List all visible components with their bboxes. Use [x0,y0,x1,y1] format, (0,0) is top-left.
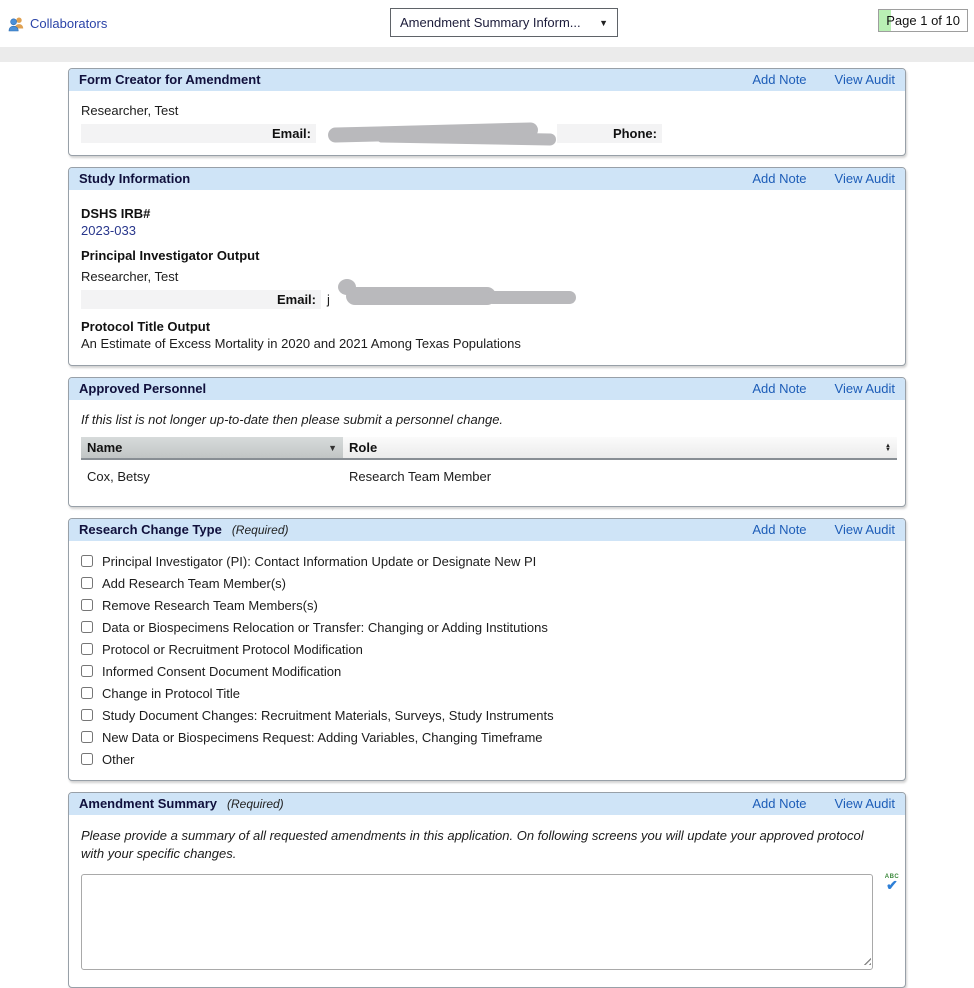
view-audit-link[interactable]: View Audit [835,72,895,87]
panel-title: Study Information [79,171,190,186]
panel-research-change-type: Research Change Type (Required) Add Note… [68,518,906,781]
phone-label: Phone: [557,124,662,143]
change-type-checkbox[interactable] [81,599,93,611]
change-type-checkbox[interactable] [81,621,93,633]
section-select[interactable]: Amendment Summary Inform... ▼ [390,8,618,37]
chevron-down-icon: ▼ [599,18,608,28]
summary-textarea-wrap: ABC ✔ [81,874,901,973]
section-select-value: Amendment Summary Inform... [400,15,581,30]
page-indicator: Page 1 of 10 [878,9,968,32]
page-indicator-text: Page 1 of 10 [886,13,960,28]
change-type-checkbox[interactable] [81,555,93,567]
creator-name: Researcher, Test [81,103,893,118]
redaction-blob [336,289,496,311]
add-note-link[interactable]: Add Note [752,72,806,87]
redaction-blob [316,124,521,144]
column-header-role[interactable]: Role ▲▼ [343,437,897,459]
change-type-checkbox[interactable] [81,731,93,743]
sort-desc-icon[interactable]: ▼ [328,443,337,453]
change-type-checkbox[interactable] [81,687,93,699]
table-row: Cox, Betsy Research Team Member [81,459,897,494]
personnel-role-cell: Research Team Member [343,459,897,494]
panel-title: Form Creator for Amendment [79,72,261,87]
panel-title: Approved Personnel [79,381,206,396]
column-header-name[interactable]: Name ▼ [81,437,343,459]
required-label: (Required) [227,797,284,811]
form-content: Form Creator for Amendment Add Note View… [0,62,974,988]
summary-instruction: Please provide a summary of all requeste… [81,827,881,862]
change-type-option-other[interactable]: Other [81,748,893,770]
panel-amendment-summary: Amendment Summary (Required) Add Note Vi… [68,792,906,988]
view-audit-link[interactable]: View Audit [835,171,895,186]
collaborators-label: Collaborators [30,16,107,31]
panel-study-information: Study Information Add Note View Audit DS… [68,167,906,366]
top-bar: Collaborators Amendment Summary Inform..… [0,0,974,47]
add-note-link[interactable]: Add Note [752,522,806,537]
creator-contact-row: Email: Phone: [81,124,895,143]
panel-form-creator: Form Creator for Amendment Add Note View… [68,68,906,156]
panel-header: Approved Personnel Add Note View Audit [69,378,905,400]
email-value-redacted: j [321,290,496,309]
panel-title: Research Change Type [79,522,222,537]
protocol-title-value: An Estimate of Excess Mortality in 2020 … [81,336,893,351]
irb-number: 2023-033 [81,223,893,238]
sort-both-icon[interactable]: ▲▼ [885,444,891,452]
change-type-option-new-data[interactable]: New Data or Biospecimens Request: Adding… [81,726,893,748]
protocol-title-label: Protocol Title Output [81,319,893,334]
panel-header: Form Creator for Amendment Add Note View… [69,69,905,91]
change-type-option-doc-changes[interactable]: Study Document Changes: Recruitment Mate… [81,704,893,726]
personnel-name-cell: Cox, Betsy [81,459,343,494]
email-label: Email: [81,290,321,309]
view-audit-link[interactable]: View Audit [835,522,895,537]
view-audit-link[interactable]: View Audit [835,796,895,811]
add-note-link[interactable]: Add Note [752,796,806,811]
add-note-link[interactable]: Add Note [752,171,806,186]
pi-output-label: Principal Investigator Output [81,248,893,263]
collaborators-icon [8,16,25,32]
email-value-redacted [316,124,521,143]
email-visible-prefix: j [327,292,330,307]
change-type-option-remove-member[interactable]: Remove Research Team Members(s) [81,594,893,616]
change-type-option-add-member[interactable]: Add Research Team Member(s) [81,572,893,594]
add-note-link[interactable]: Add Note [752,381,806,396]
panel-header: Amendment Summary (Required) Add Note Vi… [69,793,905,815]
change-type-option-title-change[interactable]: Change in Protocol Title [81,682,893,704]
change-type-checkbox[interactable] [81,753,93,765]
pi-contact-row: Email: j [81,290,895,309]
panel-header: Study Information Add Note View Audit [69,168,905,190]
amendment-summary-textarea[interactable] [81,874,873,970]
collaborators-link[interactable]: Collaborators [8,16,107,32]
required-label: (Required) [232,523,289,537]
change-type-option-protocol-mod[interactable]: Protocol or Recruitment Protocol Modific… [81,638,893,660]
change-type-checkbox[interactable] [81,643,93,655]
personnel-table: Name ▼ Role ▲▼ [81,437,897,494]
change-type-option-pi-update[interactable]: Principal Investigator (PI): Contact Inf… [81,550,893,572]
panel-header: Research Change Type (Required) Add Note… [69,519,905,541]
change-type-checkbox[interactable] [81,577,93,589]
panel-title: Amendment Summary [79,796,217,811]
change-type-option-consent-mod[interactable]: Informed Consent Document Modification [81,660,893,682]
view-audit-link[interactable]: View Audit [835,381,895,396]
irb-label: DSHS IRB# [81,206,893,221]
change-type-option-relocation[interactable]: Data or Biospecimens Relocation or Trans… [81,616,893,638]
toolbar-divider-band [0,47,974,62]
spellcheck-icon[interactable]: ABC ✔ [883,874,901,890]
personnel-instruction: If this list is not longer up-to-date th… [81,412,893,427]
change-type-checkbox[interactable] [81,665,93,677]
pi-name: Researcher, Test [81,269,893,284]
email-label: Email: [81,124,316,143]
panel-approved-personnel: Approved Personnel Add Note View Audit I… [68,377,906,507]
change-type-checkbox[interactable] [81,709,93,721]
